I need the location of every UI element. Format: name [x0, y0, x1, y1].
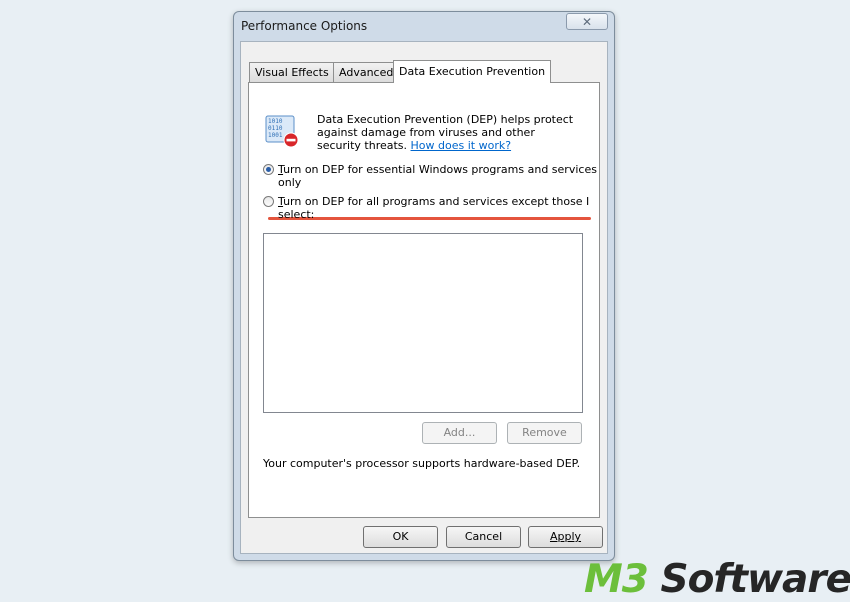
cancel-button[interactable]: Cancel — [446, 526, 521, 548]
dialog-client-area: Visual Effects Advanced Data Execution P… — [240, 41, 608, 554]
logo-m3: M3 — [584, 557, 649, 602]
svg-text:0110: 0110 — [268, 125, 283, 132]
dep-all-radio[interactable] — [263, 196, 274, 207]
title-bar[interactable]: Performance Options ✕ — [234, 12, 614, 40]
how-does-it-work-link[interactable]: How does it work? — [411, 139, 512, 152]
tab-data-execution-prevention[interactable]: Data Execution Prevention — [393, 60, 552, 83]
m3-software-logo: M3 Software — [584, 560, 850, 600]
svg-text:1001: 1001 — [268, 132, 283, 139]
close-icon: ✕ — [581, 14, 593, 29]
svg-text:1010: 1010 — [268, 118, 283, 125]
dep-essential-option[interactable]: Turn on DEP for essential Windows progra… — [263, 163, 599, 189]
ok-button[interactable]: OK — [363, 526, 438, 548]
program-exceptions-list[interactable] — [263, 233, 583, 413]
window-title: Performance Options — [241, 19, 368, 33]
logo-software: Software — [647, 557, 850, 602]
remove-button[interactable]: Remove — [507, 422, 582, 444]
dep-tab-panel: 1010 0110 1001 Data Execution Prevention… — [248, 82, 600, 518]
dep-essential-radio[interactable] — [263, 164, 274, 175]
dep-all-label[interactable]: Turn on DEP for all programs and service… — [278, 195, 599, 221]
performance-options-dialog: Performance Options ✕ Visual Effects Adv… — [233, 11, 615, 561]
tab-visual-effects[interactable]: Visual Effects — [249, 62, 335, 82]
dep-shield-icon: 1010 0110 1001 — [265, 115, 299, 148]
hardware-dep-support-text: Your computer's processor supports hardw… — [263, 457, 581, 470]
dep-essential-label[interactable]: Turn on DEP for essential Windows progra… — [278, 163, 599, 189]
dep-all-option[interactable]: Turn on DEP for all programs and service… — [263, 195, 599, 221]
add-button[interactable]: Add... — [422, 422, 497, 444]
dep-description: Data Execution Prevention (DEP) helps pr… — [317, 113, 577, 152]
tab-advanced[interactable]: Advanced — [333, 62, 400, 82]
close-button[interactable]: ✕ — [566, 13, 608, 30]
apply-button[interactable]: Apply — [528, 526, 603, 548]
